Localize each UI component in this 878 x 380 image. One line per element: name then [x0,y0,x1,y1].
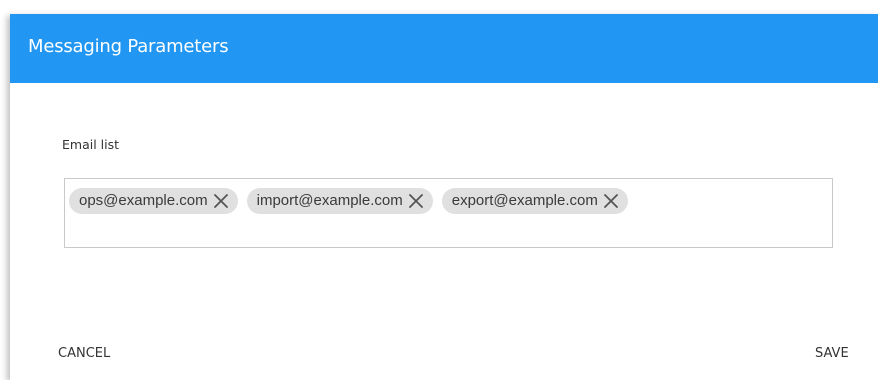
email-list-input[interactable]: ops@example.com import@example.com expor… [64,178,833,248]
save-button[interactable]: SAVE [815,346,849,361]
dialog-title: Messaging Parameters [28,36,229,57]
messaging-parameters-dialog: Messaging Parameters Email list ops@exam… [10,14,878,380]
close-icon[interactable] [407,192,425,210]
email-chip-label: export@example.com [451,192,598,209]
dialog-header: Messaging Parameters [10,14,878,83]
email-chip[interactable]: ops@example.com [69,188,238,214]
close-icon[interactable] [212,192,230,210]
cancel-button[interactable]: CANCEL [58,346,110,361]
close-icon[interactable] [602,192,620,210]
email-chip[interactable]: import@example.com [246,188,433,214]
email-chip-label: import@example.com [256,192,403,209]
email-chip[interactable]: export@example.com [441,188,628,214]
email-chip-label: ops@example.com [79,192,208,209]
email-list-label: Email list [62,137,120,152]
email-chip-list: ops@example.com import@example.com expor… [69,188,628,214]
